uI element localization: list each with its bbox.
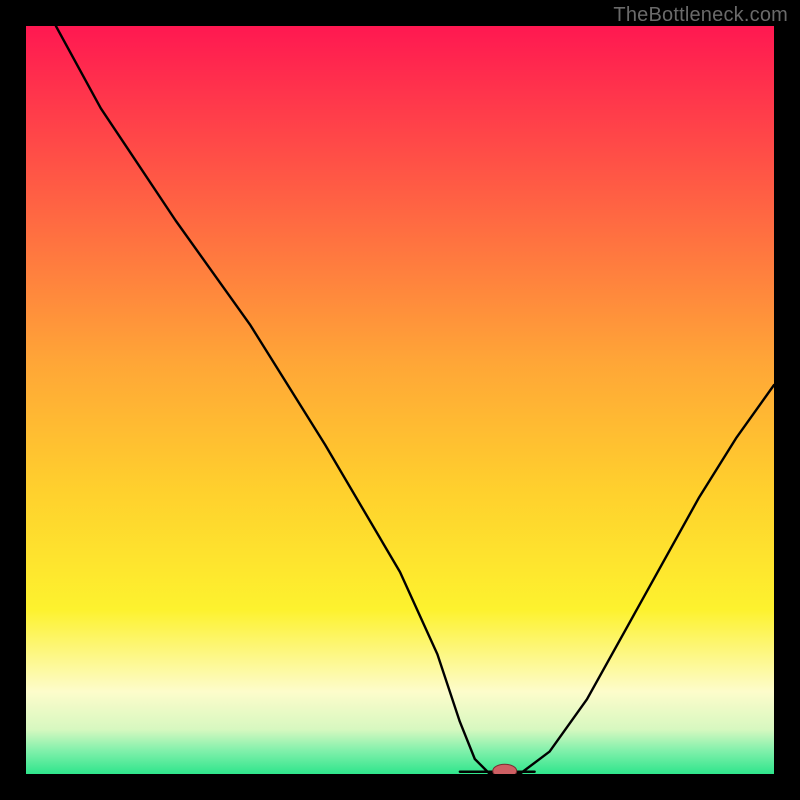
- gradient-background: [26, 26, 774, 774]
- chart-frame: TheBottleneck.com: [0, 0, 800, 800]
- watermark-text: TheBottleneck.com: [613, 4, 788, 27]
- chart-svg: [26, 26, 774, 774]
- plot-area: [26, 26, 774, 774]
- optimal-marker: [493, 764, 517, 774]
